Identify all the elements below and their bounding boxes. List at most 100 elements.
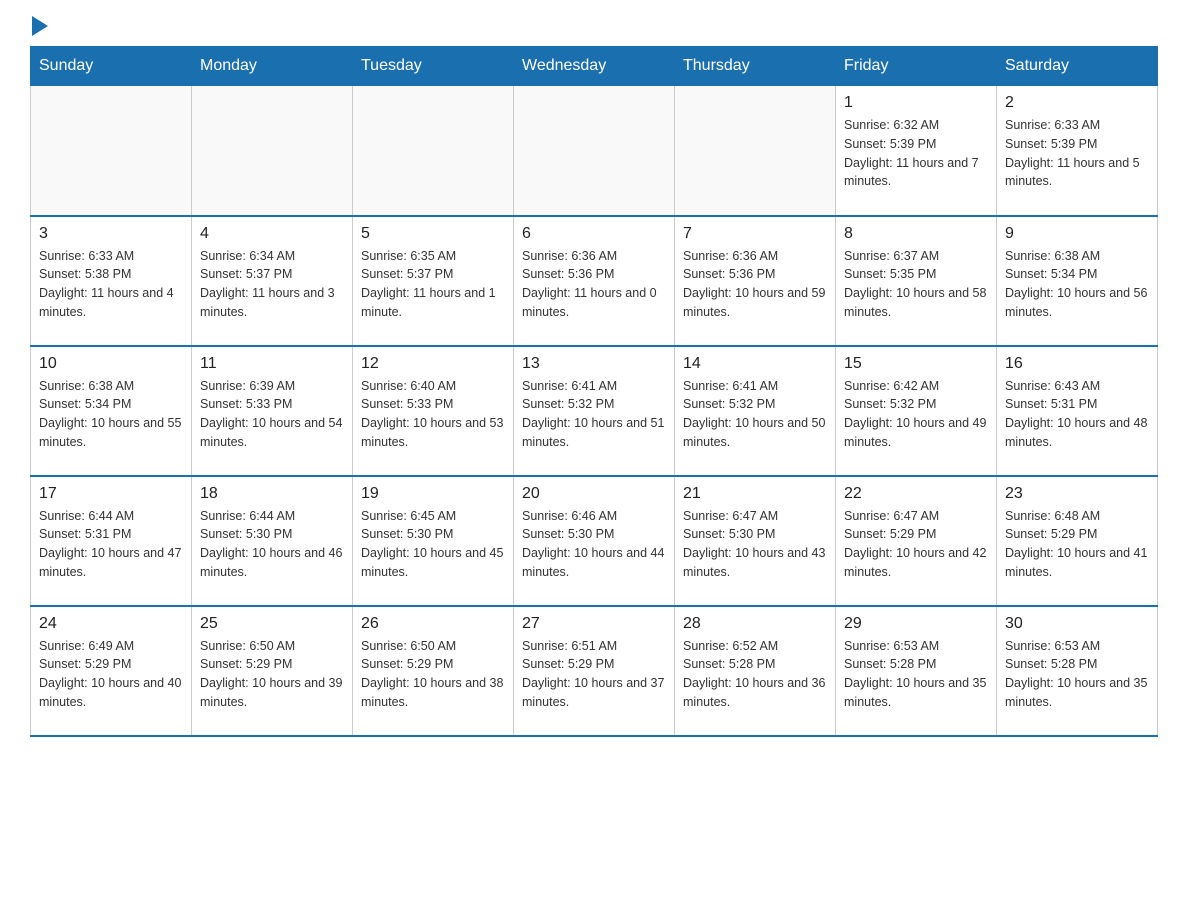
day-number: 19 xyxy=(361,485,505,503)
day-number: 23 xyxy=(1005,485,1149,503)
calendar-row-0: 1 Sunrise: 6:32 AMSunset: 5:39 PMDaylight… xyxy=(31,86,1158,216)
calendar-cell: 14 Sunrise: 6:41 AMSunset: 5:32 PMDayligh… xyxy=(675,346,836,476)
calendar-cell: 22Sunrise: 6:47 AMSunset: 5:29 PMDayligh… xyxy=(836,476,997,606)
day-info: Sunrise: 6:34 AMSunset: 5:37 PMDaylight:… xyxy=(200,247,344,322)
calendar-cell: 15Sunrise: 6:42 AMSunset: 5:32 PMDayligh… xyxy=(836,346,997,476)
day-info: Sunrise: 6:32 AMSunset: 5:39 PMDaylight:… xyxy=(844,116,988,191)
day-number: 15 xyxy=(844,355,988,373)
day-info: Sunrise: 6:35 AMSunset: 5:37 PMDaylight:… xyxy=(361,247,505,322)
day-number: 12 xyxy=(361,355,505,373)
day-info: Sunrise: 6:47 AMSunset: 5:30 PMDaylight:… xyxy=(683,507,827,582)
day-info: Sunrise: 6:49 AMSunset: 5:29 PMDaylight:… xyxy=(39,637,183,712)
day-info: Sunrise: 6:50 AMSunset: 5:29 PMDaylight:… xyxy=(200,637,344,712)
day-number: 5 xyxy=(361,225,505,243)
calendar-cell xyxy=(192,86,353,216)
day-info: Sunrise: 6:40 AMSunset: 5:33 PMDaylight:… xyxy=(361,377,505,452)
day-number: 25 xyxy=(200,615,344,633)
day-info: Sunrise: 6:38 AMSunset: 5:34 PMDaylight:… xyxy=(39,377,183,452)
header-saturday: Saturday xyxy=(997,47,1158,86)
header-friday: Friday xyxy=(836,47,997,86)
calendar-cell: 4 Sunrise: 6:34 AMSunset: 5:37 PMDaylight… xyxy=(192,216,353,346)
day-info: Sunrise: 6:50 AMSunset: 5:29 PMDaylight:… xyxy=(361,637,505,712)
logo xyxy=(30,20,48,36)
calendar-cell xyxy=(31,86,192,216)
day-number: 3 xyxy=(39,225,183,243)
day-number: 1 xyxy=(844,94,988,112)
day-number: 17 xyxy=(39,485,183,503)
day-info: Sunrise: 6:36 AMSunset: 5:36 PMDaylight:… xyxy=(522,247,666,322)
calendar-cell: 17 Sunrise: 6:44 AMSunset: 5:31 PMDayligh… xyxy=(31,476,192,606)
calendar-cell: 12 Sunrise: 6:40 AMSunset: 5:33 PMDayligh… xyxy=(353,346,514,476)
day-info: Sunrise: 6:33 AMSunset: 5:38 PMDaylight:… xyxy=(39,247,183,322)
day-number: 14 xyxy=(683,355,827,373)
day-number: 8 xyxy=(844,225,988,243)
header-wednesday: Wednesday xyxy=(514,47,675,86)
calendar-row-3: 17 Sunrise: 6:44 AMSunset: 5:31 PMDayligh… xyxy=(31,476,1158,606)
day-number: 6 xyxy=(522,225,666,243)
day-info: Sunrise: 6:44 AMSunset: 5:30 PMDaylight:… xyxy=(200,507,344,582)
calendar-table: Sunday Monday Tuesday Wednesday Thursday… xyxy=(30,46,1158,737)
day-number: 18 xyxy=(200,485,344,503)
day-number: 27 xyxy=(522,615,666,633)
day-number: 21 xyxy=(683,485,827,503)
day-info: Sunrise: 6:48 AMSunset: 5:29 PMDaylight:… xyxy=(1005,507,1149,582)
calendar-cell: 27 Sunrise: 6:51 AMSunset: 5:29 PMDayligh… xyxy=(514,606,675,736)
logo-arrow-icon xyxy=(32,16,48,36)
day-number: 20 xyxy=(522,485,666,503)
day-number: 22 xyxy=(844,485,988,503)
day-number: 13 xyxy=(522,355,666,373)
calendar-cell xyxy=(353,86,514,216)
calendar-cell: 26Sunrise: 6:50 AMSunset: 5:29 PMDayligh… xyxy=(353,606,514,736)
day-info: Sunrise: 6:53 AMSunset: 5:28 PMDaylight:… xyxy=(844,637,988,712)
calendar-row-4: 24Sunrise: 6:49 AMSunset: 5:29 PMDayligh… xyxy=(31,606,1158,736)
calendar-cell: 18 Sunrise: 6:44 AMSunset: 5:30 PMDayligh… xyxy=(192,476,353,606)
day-number: 2 xyxy=(1005,94,1149,112)
calendar-cell: 16 Sunrise: 6:43 AMSunset: 5:31 PMDayligh… xyxy=(997,346,1158,476)
day-number: 7 xyxy=(683,225,827,243)
header-monday: Monday xyxy=(192,47,353,86)
day-info: Sunrise: 6:36 AMSunset: 5:36 PMDaylight:… xyxy=(683,247,827,322)
calendar-cell: 28 Sunrise: 6:52 AMSunset: 5:28 PMDayligh… xyxy=(675,606,836,736)
day-info: Sunrise: 6:33 AMSunset: 5:39 PMDaylight:… xyxy=(1005,116,1149,191)
calendar-cell: 30Sunrise: 6:53 AMSunset: 5:28 PMDayligh… xyxy=(997,606,1158,736)
day-info: Sunrise: 6:51 AMSunset: 5:29 PMDaylight:… xyxy=(522,637,666,712)
calendar-cell: 8 Sunrise: 6:37 AMSunset: 5:35 PMDaylight… xyxy=(836,216,997,346)
day-info: Sunrise: 6:37 AMSunset: 5:35 PMDaylight:… xyxy=(844,247,988,322)
day-info: Sunrise: 6:44 AMSunset: 5:31 PMDaylight:… xyxy=(39,507,183,582)
calendar-cell: 3 Sunrise: 6:33 AMSunset: 5:38 PMDaylight… xyxy=(31,216,192,346)
calendar-cell: 9 Sunrise: 6:38 AMSunset: 5:34 PMDaylight… xyxy=(997,216,1158,346)
day-info: Sunrise: 6:39 AMSunset: 5:33 PMDaylight:… xyxy=(200,377,344,452)
calendar-cell: 1 Sunrise: 6:32 AMSunset: 5:39 PMDaylight… xyxy=(836,86,997,216)
day-info: Sunrise: 6:41 AMSunset: 5:32 PMDaylight:… xyxy=(522,377,666,452)
day-info: Sunrise: 6:53 AMSunset: 5:28 PMDaylight:… xyxy=(1005,637,1149,712)
calendar-cell: 5 Sunrise: 6:35 AMSunset: 5:37 PMDaylight… xyxy=(353,216,514,346)
calendar-cell: 23 Sunrise: 6:48 AMSunset: 5:29 PMDayligh… xyxy=(997,476,1158,606)
day-number: 28 xyxy=(683,615,827,633)
calendar-cell: 29 Sunrise: 6:53 AMSunset: 5:28 PMDayligh… xyxy=(836,606,997,736)
header-tuesday: Tuesday xyxy=(353,47,514,86)
calendar-cell: 10Sunrise: 6:38 AMSunset: 5:34 PMDayligh… xyxy=(31,346,192,476)
weekday-header-row: Sunday Monday Tuesday Wednesday Thursday… xyxy=(31,47,1158,86)
calendar-row-1: 3 Sunrise: 6:33 AMSunset: 5:38 PMDaylight… xyxy=(31,216,1158,346)
calendar-cell: 7 Sunrise: 6:36 AMSunset: 5:36 PMDaylight… xyxy=(675,216,836,346)
day-number: 11 xyxy=(200,355,344,373)
calendar-cell: 11 Sunrise: 6:39 AMSunset: 5:33 PMDayligh… xyxy=(192,346,353,476)
day-info: Sunrise: 6:38 AMSunset: 5:34 PMDaylight:… xyxy=(1005,247,1149,322)
day-number: 9 xyxy=(1005,225,1149,243)
calendar-cell: 20Sunrise: 6:46 AMSunset: 5:30 PMDayligh… xyxy=(514,476,675,606)
day-number: 16 xyxy=(1005,355,1149,373)
header-thursday: Thursday xyxy=(675,47,836,86)
day-info: Sunrise: 6:45 AMSunset: 5:30 PMDaylight:… xyxy=(361,507,505,582)
calendar-cell: 2 Sunrise: 6:33 AMSunset: 5:39 PMDaylight… xyxy=(997,86,1158,216)
day-info: Sunrise: 6:41 AMSunset: 5:32 PMDaylight:… xyxy=(683,377,827,452)
calendar-cell xyxy=(675,86,836,216)
calendar-cell: 19 Sunrise: 6:45 AMSunset: 5:30 PMDayligh… xyxy=(353,476,514,606)
calendar-cell: 13 Sunrise: 6:41 AMSunset: 5:32 PMDayligh… xyxy=(514,346,675,476)
page-header xyxy=(30,20,1158,36)
day-number: 29 xyxy=(844,615,988,633)
day-info: Sunrise: 6:43 AMSunset: 5:31 PMDaylight:… xyxy=(1005,377,1149,452)
calendar-cell: 24Sunrise: 6:49 AMSunset: 5:29 PMDayligh… xyxy=(31,606,192,736)
day-number: 4 xyxy=(200,225,344,243)
calendar-row-2: 10Sunrise: 6:38 AMSunset: 5:34 PMDayligh… xyxy=(31,346,1158,476)
day-info: Sunrise: 6:52 AMSunset: 5:28 PMDaylight:… xyxy=(683,637,827,712)
